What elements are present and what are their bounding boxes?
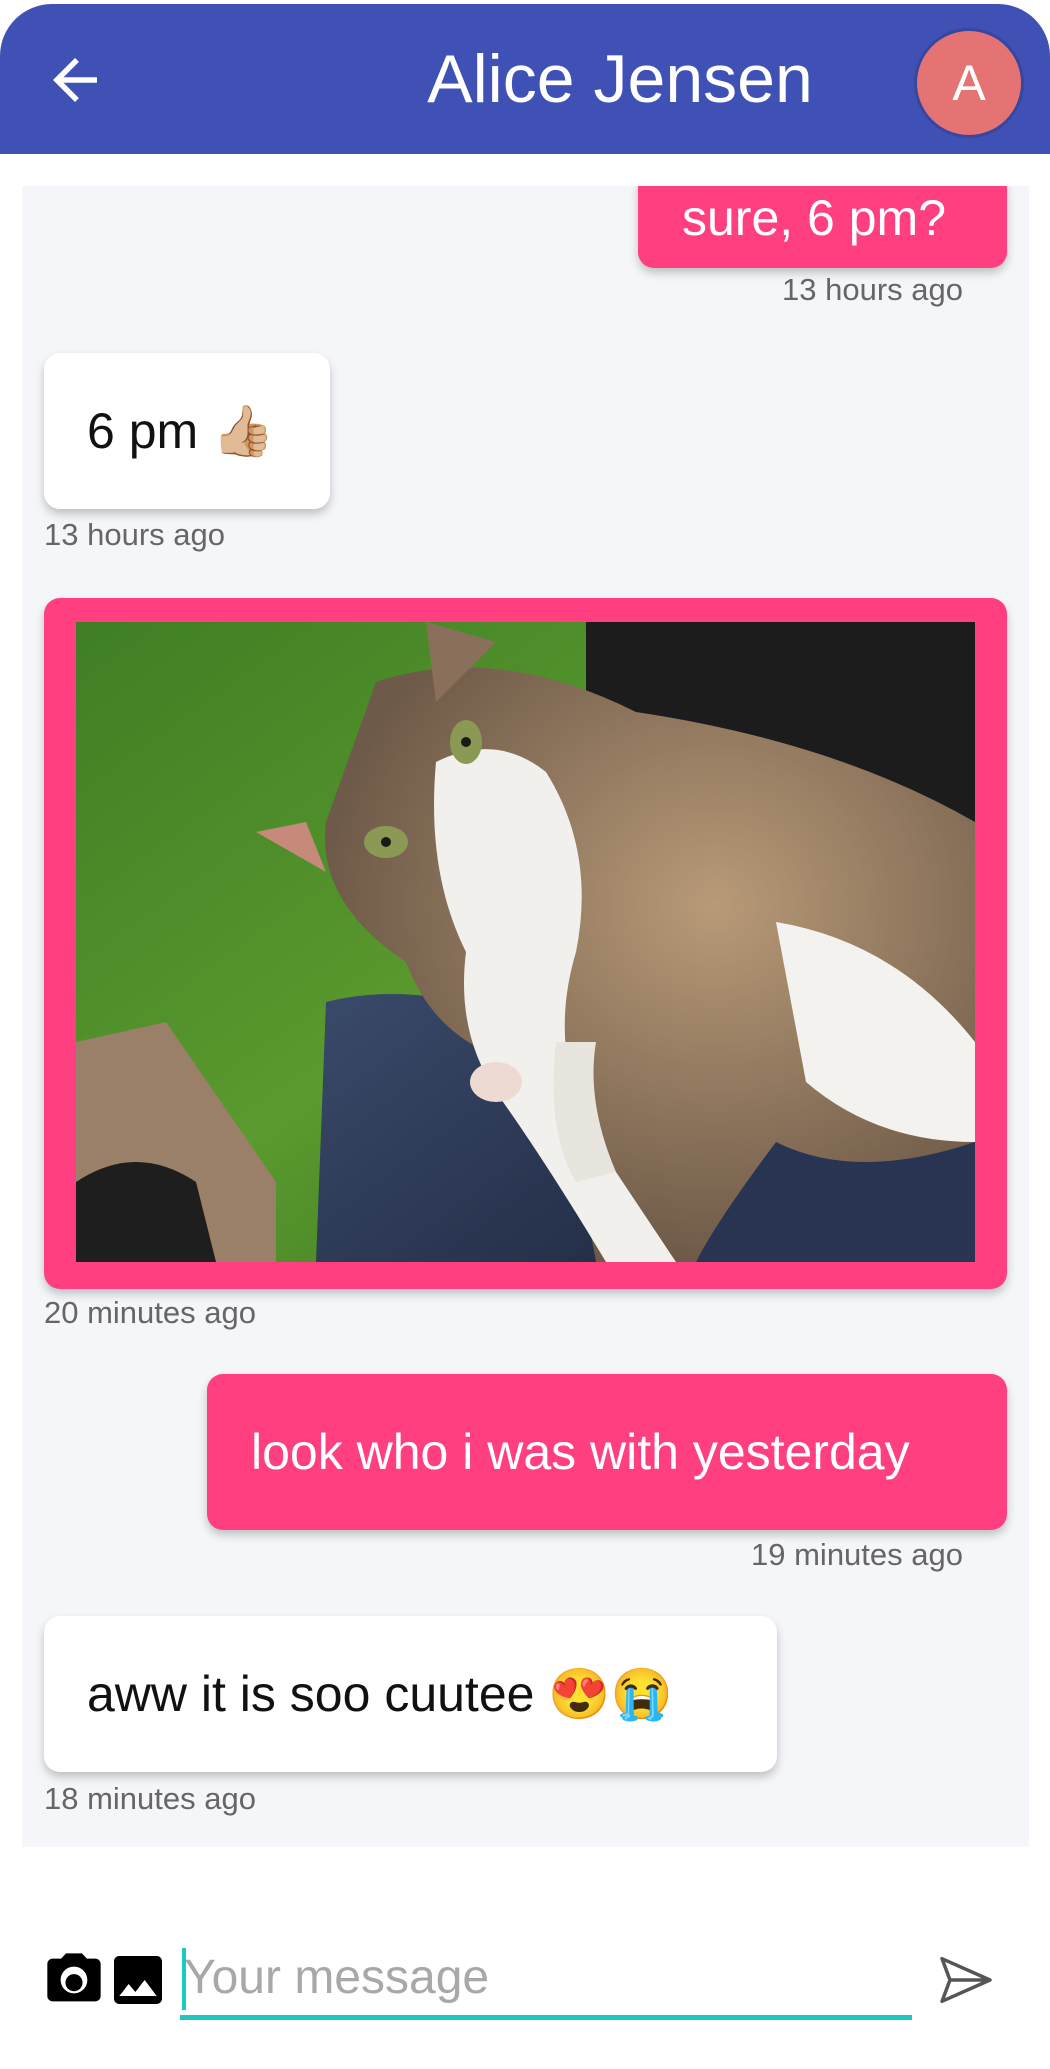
message-bubble-incoming[interactable]: 6 pm 👍🏼	[44, 353, 330, 509]
avatar[interactable]: A	[917, 31, 1021, 135]
message-bubble-outgoing[interactable]: sure, 6 pm?	[638, 186, 1007, 268]
send-icon[interactable]	[934, 1948, 998, 2012]
app-bar: Alice Jensen A	[0, 4, 1050, 154]
text-caret	[182, 1948, 186, 2010]
camera-icon[interactable]	[42, 1948, 106, 2012]
chat-screen: Alice Jensen A sure, 6 pm? 13 hours ago …	[0, 0, 1050, 2069]
contact-name: Alice Jensen	[427, 41, 813, 117]
message-text: aww it is soo cuutee 😍😭	[87, 1666, 673, 1722]
message-timestamp: 13 hours ago	[782, 272, 963, 307]
message-timestamp: 18 minutes ago	[44, 1781, 256, 1816]
message-input[interactable]	[180, 1940, 912, 2020]
message-text: sure, 6 pm?	[682, 190, 947, 246]
image-message[interactable]	[44, 598, 1007, 1289]
message-timestamp: 20 minutes ago	[44, 1295, 256, 1330]
image-icon[interactable]	[106, 1948, 170, 2012]
message-timestamp: 13 hours ago	[44, 517, 225, 552]
cat-photo[interactable]	[76, 622, 975, 1262]
message-list[interactable]: sure, 6 pm? 13 hours ago 6 pm 👍🏼 13 hour…	[22, 186, 1029, 1847]
message-bubble-incoming[interactable]: aww it is soo cuutee 😍😭	[44, 1616, 777, 1772]
message-bubble-outgoing[interactable]: look who i was with yesterday	[207, 1374, 1007, 1530]
message-text: look who i was with yesterday	[251, 1424, 910, 1480]
message-text: 6 pm 👍🏼	[87, 403, 275, 459]
message-timestamp: 19 minutes ago	[751, 1537, 963, 1572]
message-composer	[0, 1930, 1050, 2040]
